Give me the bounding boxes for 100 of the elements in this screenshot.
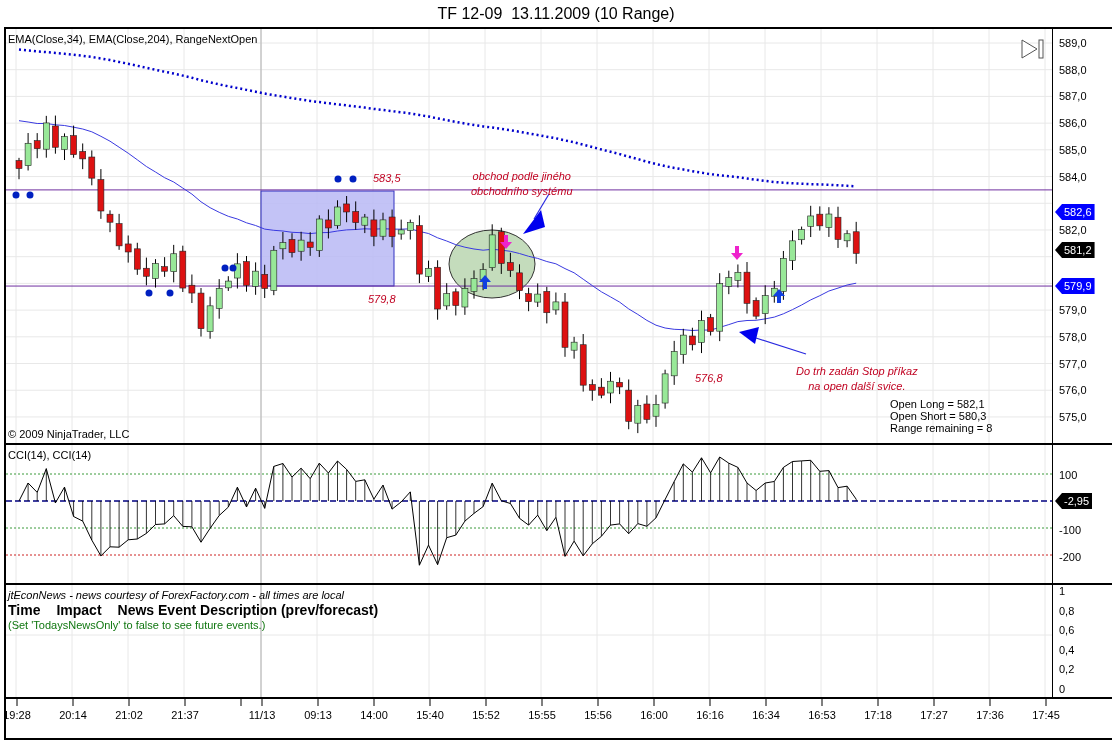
candlestick (243, 255, 250, 293)
signal-dot (145, 289, 153, 297)
down-arrow-icon (500, 235, 512, 249)
candlestick (680, 328, 687, 365)
candlestick (152, 258, 159, 289)
indicator-label: EMA(Close,34), EMA(Close,204), RangeNextOpen (8, 33, 258, 45)
axis-label: 17:27 (920, 709, 948, 721)
candlestick (443, 282, 450, 311)
signal-dot (26, 191, 34, 199)
column-header: Impact (56, 602, 102, 618)
go-to-end-icon[interactable] (1021, 39, 1044, 59)
up-arrow-icon (479, 275, 491, 289)
candlestick (43, 115, 50, 159)
candlestick (716, 272, 723, 342)
price-marker: 579,9 (1055, 278, 1095, 294)
candlestick (507, 252, 514, 278)
axis-label: 100 (1058, 468, 1078, 482)
axis-label: 15:52 (472, 709, 500, 721)
axis-label: 16:53 (808, 709, 836, 721)
candlestick (616, 377, 623, 395)
axis-label: -200 (1058, 550, 1082, 564)
axis-label: 588,0 (1058, 62, 1087, 77)
candlestick (425, 260, 432, 283)
axis-label: 20:14 (59, 709, 87, 721)
axis-label: -100 (1058, 523, 1082, 537)
axis-label: 11/13 (248, 709, 276, 721)
price-annotation: 576,8 (695, 372, 723, 384)
axis-label: 586,0 (1058, 116, 1087, 131)
candlestick (689, 327, 696, 351)
candlestick (261, 264, 268, 299)
candlestick (134, 242, 141, 276)
column-header: Time (8, 602, 41, 618)
axis-label: 21:37 (171, 709, 199, 721)
axis-label: 0,2 (1058, 662, 1075, 676)
signal-dot (166, 289, 174, 297)
candlestick (416, 214, 423, 284)
candlestick (225, 275, 232, 292)
up-arrow-icon (773, 289, 785, 303)
axis-label: 15:55 (528, 709, 556, 721)
candlestick (334, 199, 341, 230)
axis-label: 577,0 (1058, 356, 1087, 371)
signal-dot (334, 175, 342, 183)
candlestick (325, 208, 332, 239)
candlestick (598, 377, 605, 399)
candlestick (252, 261, 259, 296)
axis-label: 1 (1058, 584, 1066, 598)
axis-label: 15:56 (584, 709, 612, 721)
news-note: (Set 'TodaysNewsOnly' to false to see future events.) (8, 619, 267, 631)
candlestick (143, 257, 150, 286)
candlestick (79, 142, 86, 170)
candlestick (589, 378, 596, 402)
candlestick (516, 263, 523, 300)
price-annotation: 579,8 (368, 293, 396, 305)
candlestick (698, 310, 705, 354)
down-arrow-icon (731, 246, 743, 260)
pointer-arrow (739, 327, 807, 355)
axis-label: 579,0 (1058, 303, 1087, 318)
axis-label: 578,0 (1058, 329, 1087, 344)
chart-title: TF 12-09 13.11.2009 (10 Range) (436, 4, 676, 24)
candlestick (525, 287, 532, 312)
price-marker: 582,6 (1055, 204, 1095, 220)
candlestick (789, 230, 796, 271)
candlestick (534, 282, 541, 308)
stat-line: Open Short = 580,3 (890, 410, 988, 422)
price-marker: 581,2 (1055, 242, 1095, 258)
axis-label: 09:13 (304, 709, 332, 721)
candlestick (625, 378, 632, 430)
candlestick (170, 244, 177, 283)
candlestick (352, 200, 359, 231)
column-header: News Event Description (prev/forecast) (117, 602, 379, 618)
axis-label: 0,6 (1058, 623, 1075, 637)
axis-label: 17:45 (1032, 709, 1060, 721)
candlestick (61, 132, 68, 161)
candlestick (780, 250, 787, 301)
axis-label: 0 (1058, 681, 1066, 696)
copyright-text: © 2009 NinjaTrader, LLC (8, 428, 130, 440)
candlestick (807, 205, 814, 238)
axis-label: 14:00 (360, 709, 388, 721)
candlestick (52, 115, 59, 155)
chart-note: obchod podle jiného obchodního systému (471, 169, 573, 199)
chart-note: Do trh zadán Stop příkaz na open další svice. (796, 364, 918, 394)
stat-line: Open Long = 582,1 (890, 398, 986, 410)
axis-label: 589,0 (1058, 36, 1087, 50)
axis-label: 587,0 (1058, 89, 1087, 104)
axis-label: 575,0 (1058, 409, 1087, 424)
axis-label: 16:34 (752, 709, 780, 721)
candlestick (70, 125, 77, 159)
axis-label: 16:00 (640, 709, 668, 721)
axis-label: 16:16 (696, 709, 724, 721)
price-annotation: 583,5 (373, 172, 401, 184)
candlestick (316, 214, 323, 258)
candlestick (707, 313, 714, 336)
axis-label: 576,0 (1058, 383, 1087, 398)
axis-label: 0,4 (1058, 642, 1075, 657)
value-marker: -2,95 (1055, 493, 1093, 509)
indicator-label: CCI(14), CCI(14) (8, 449, 92, 461)
news-source: jtEconNews - news courtesy of ForexFactory.com - all times are local (8, 589, 345, 601)
signal-dot (349, 175, 357, 183)
axis-label: 15:40 (416, 709, 444, 721)
axis-label: 582,0 (1058, 222, 1087, 237)
